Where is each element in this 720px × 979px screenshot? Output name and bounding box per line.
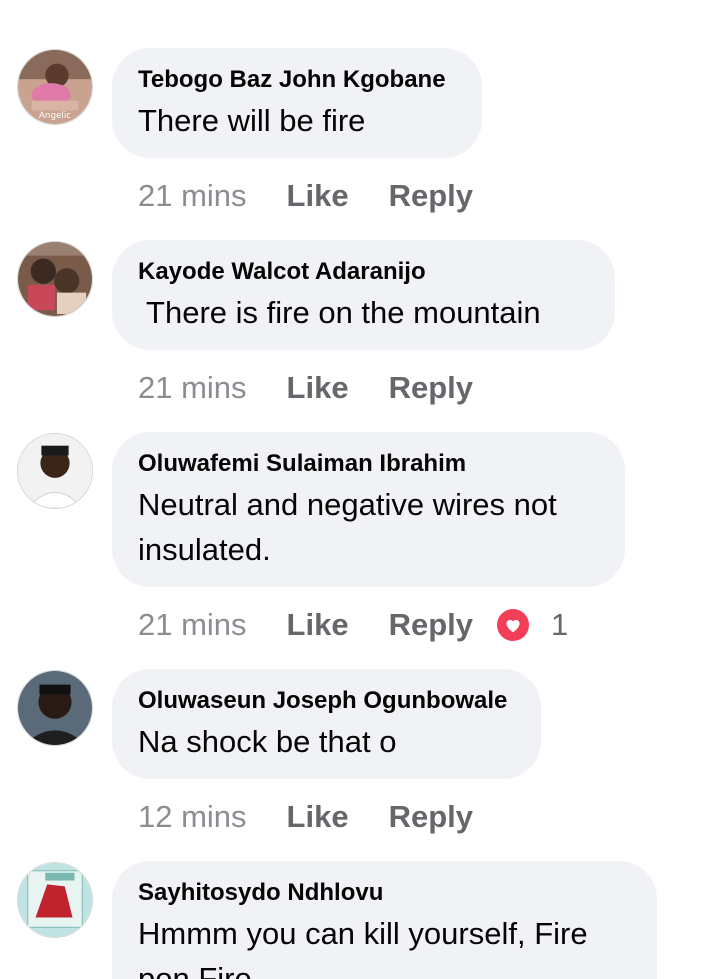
- reaction-count: 1: [551, 607, 569, 642]
- profile-photo: [18, 434, 92, 508]
- comment-actions: 21 mins Like Reply: [138, 368, 473, 408]
- avatar[interactable]: [17, 862, 93, 938]
- comment-text: Na shock be that o: [138, 724, 397, 759]
- comment-author[interactable]: Tebogo Baz John Kgobane: [138, 65, 456, 95]
- reply-button[interactable]: Reply: [389, 368, 473, 408]
- comment-bubble: Kayode Walcot Adaranijo There is fire on…: [112, 240, 615, 350]
- comment-timestamp[interactable]: 12 mins: [138, 797, 247, 837]
- like-button[interactable]: Like: [287, 797, 349, 837]
- avatar[interactable]: Angelic: [17, 49, 93, 125]
- like-button[interactable]: Like: [287, 605, 349, 645]
- avatar[interactable]: [17, 670, 93, 746]
- comment-text: Neutral and negative wires not insulated…: [138, 487, 557, 567]
- comment-author[interactable]: Kayode Walcot Adaranijo: [138, 257, 589, 287]
- comment-actions: 21 mins Like Reply: [138, 176, 473, 216]
- profile-photo: Angelic: [18, 50, 92, 124]
- profile-photo: [18, 671, 92, 745]
- reaction-summary[interactable]: 1: [497, 605, 568, 645]
- comment-bubble: Tebogo Baz John Kgobane There will be fi…: [112, 48, 482, 158]
- heart-icon: [497, 609, 529, 641]
- avatar[interactable]: [17, 241, 93, 317]
- comment-text: There is fire on the mountain: [138, 295, 541, 330]
- reply-button[interactable]: Reply: [389, 797, 473, 837]
- comment-timestamp[interactable]: 21 mins: [138, 176, 247, 216]
- comments-feed: Angelic Tebogo Baz John Kgobane There wi…: [0, 0, 720, 979]
- profile-photo: [18, 242, 92, 316]
- comment-author[interactable]: Oluwaseun Joseph Ogunbowale: [138, 686, 515, 716]
- comment-bubble: Sayhitosydo Ndhlovu Hmmm you can kill yo…: [112, 861, 657, 979]
- comment-author[interactable]: Sayhitosydo Ndhlovu: [138, 878, 631, 908]
- like-button[interactable]: Like: [287, 368, 349, 408]
- comment-timestamp[interactable]: 21 mins: [138, 605, 247, 645]
- comment-text: Hmmm you can kill yourself, Fire pon Fir…: [138, 916, 588, 979]
- reply-button[interactable]: Reply: [389, 605, 473, 645]
- avatar[interactable]: [17, 433, 93, 509]
- comment-timestamp[interactable]: 21 mins: [138, 368, 247, 408]
- comment-text: There will be fire: [138, 103, 366, 138]
- comment-actions: 21 mins Like Reply 1: [138, 605, 568, 645]
- comment-author[interactable]: Oluwafemi Sulaiman Ibrahim: [138, 449, 599, 479]
- avatar-label: Angelic: [39, 111, 71, 121]
- comment-bubble: Oluwaseun Joseph Ogunbowale Na shock be …: [112, 669, 541, 779]
- comment-bubble: Oluwafemi Sulaiman Ibrahim Neutral and n…: [112, 432, 625, 587]
- profile-photo: [18, 863, 92, 937]
- reply-button[interactable]: Reply: [389, 176, 473, 216]
- comment-actions: 12 mins Like Reply: [138, 797, 473, 837]
- like-button[interactable]: Like: [287, 176, 349, 216]
